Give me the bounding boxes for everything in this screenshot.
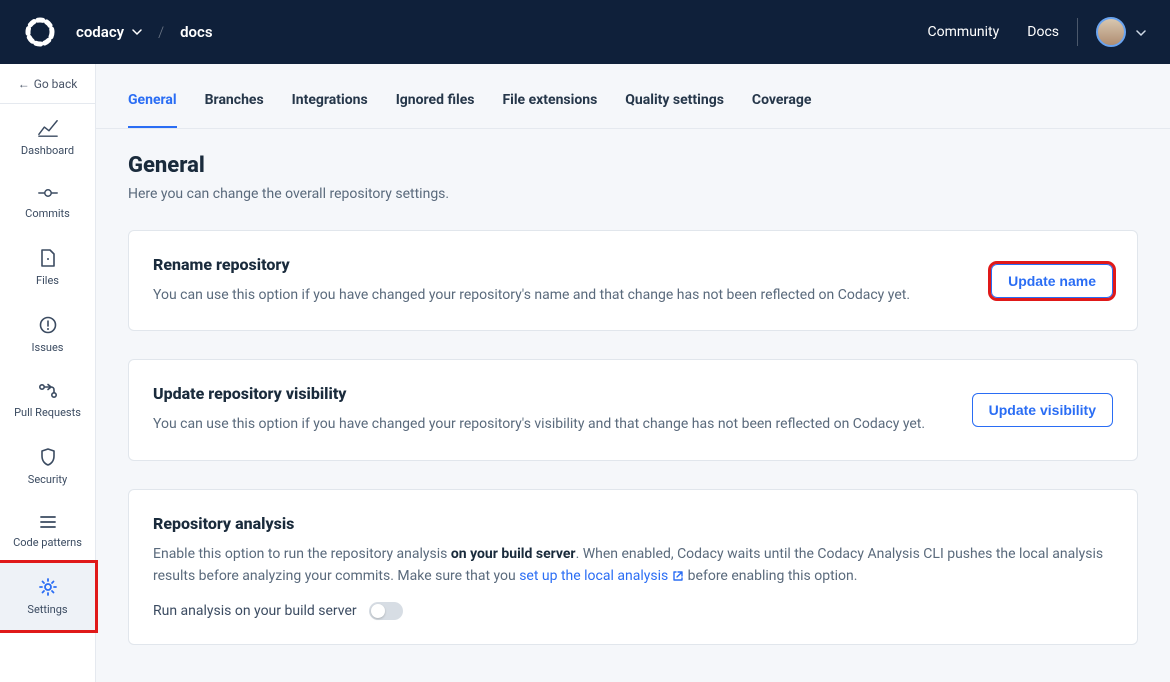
sidebar: ← Go back Dashboard Commits Files Issues…: [0, 64, 96, 682]
go-back-label: Go back: [34, 77, 78, 91]
sidebar-item-label: Pull Requests: [14, 406, 81, 419]
sidebar-item-issues[interactable]: Issues: [0, 301, 95, 368]
repository-analysis-card: Repository analysis Enable this option t…: [128, 489, 1138, 645]
issue-icon: [38, 315, 58, 335]
sidebar-item-pull-requests[interactable]: Pull Requests: [0, 368, 95, 433]
content: General Here you can change the overall …: [96, 129, 1170, 669]
external-link-icon: [672, 570, 684, 582]
sidebar-item-label: Settings: [27, 603, 67, 616]
sidebar-item-label: Dashboard: [21, 144, 74, 157]
breadcrumb-separator: /: [158, 23, 164, 41]
list-icon: [38, 514, 58, 530]
sidebar-item-commits[interactable]: Commits: [0, 171, 95, 234]
breadcrumb-repo-label: docs: [180, 23, 212, 41]
shield-icon: [39, 447, 57, 467]
rename-repository-card: Rename repository You can use this optio…: [128, 230, 1138, 331]
tab-file-extensions[interactable]: File extensions: [502, 92, 597, 128]
chevron-down-icon: [132, 23, 142, 41]
chevron-down-icon: [1136, 23, 1146, 42]
pull-request-icon: [37, 382, 59, 400]
card-description: You can use this option if you have chan…: [153, 413, 948, 435]
sidebar-item-label: Issues: [32, 341, 64, 354]
sidebar-item-label: Commits: [25, 207, 70, 220]
user-menu[interactable]: [1096, 17, 1146, 47]
commit-icon: [37, 185, 59, 201]
card-title: Rename repository: [153, 255, 967, 274]
card-description: You can use this option if you have chan…: [153, 284, 967, 306]
tab-quality-settings[interactable]: Quality settings: [625, 92, 724, 128]
update-visibility-button[interactable]: Update visibility: [972, 393, 1113, 427]
update-visibility-card: Update repository visibility You can use…: [128, 359, 1138, 460]
back-arrow-icon: ←: [18, 77, 30, 91]
sidebar-item-files[interactable]: Files: [0, 234, 95, 301]
tab-general[interactable]: General: [128, 92, 177, 128]
tab-ignored-files[interactable]: Ignored files: [396, 92, 475, 128]
file-icon: [39, 248, 57, 268]
breadcrumb-org[interactable]: codacy: [76, 23, 142, 41]
run-analysis-toggle[interactable]: [369, 602, 403, 620]
gear-icon: [38, 577, 58, 597]
setup-local-analysis-link[interactable]: set up the local analysis: [519, 565, 684, 587]
avatar: [1096, 17, 1126, 47]
toggle-label: Run analysis on your build server: [153, 603, 357, 619]
sidebar-item-dashboard[interactable]: Dashboard: [0, 104, 95, 171]
tab-integrations[interactable]: Integrations: [292, 92, 368, 128]
chart-icon: [37, 118, 59, 138]
breadcrumb-repo[interactable]: docs: [180, 23, 212, 41]
sidebar-item-security[interactable]: Security: [0, 433, 95, 500]
go-back-link[interactable]: ← Go back: [0, 64, 95, 104]
sidebar-item-label: Code patterns: [13, 536, 82, 549]
sidebar-item-code-patterns[interactable]: Code patterns: [0, 500, 95, 563]
sidebar-item-settings[interactable]: Settings: [0, 563, 95, 630]
page-title: General: [128, 153, 1138, 178]
tab-coverage[interactable]: Coverage: [752, 92, 811, 128]
tabs: General Branches Integrations Ignored fi…: [96, 64, 1170, 129]
divider: [1077, 18, 1078, 46]
card-title: Repository analysis: [153, 514, 1113, 533]
tab-branches[interactable]: Branches: [205, 92, 264, 128]
community-link[interactable]: Community: [928, 24, 1000, 40]
breadcrumb-org-label: codacy: [76, 23, 124, 41]
sidebar-item-label: Security: [28, 473, 67, 486]
card-title: Update repository visibility: [153, 384, 948, 403]
topbar: codacy / docs Community Docs: [0, 0, 1170, 64]
update-name-button[interactable]: Update name: [991, 264, 1113, 298]
docs-link[interactable]: Docs: [1027, 24, 1059, 40]
main: General Branches Integrations Ignored fi…: [96, 64, 1170, 682]
toggle-row: Run analysis on your build server: [153, 602, 1113, 620]
breadcrumb: codacy / docs: [76, 23, 213, 41]
topbar-right: Community Docs: [900, 17, 1146, 47]
sidebar-item-label: Files: [36, 274, 59, 287]
card-description: Enable this option to run the repository…: [153, 543, 1113, 588]
page-subtitle: Here you can change the overall reposito…: [128, 186, 1138, 202]
codacy-logo[interactable]: [24, 16, 56, 48]
